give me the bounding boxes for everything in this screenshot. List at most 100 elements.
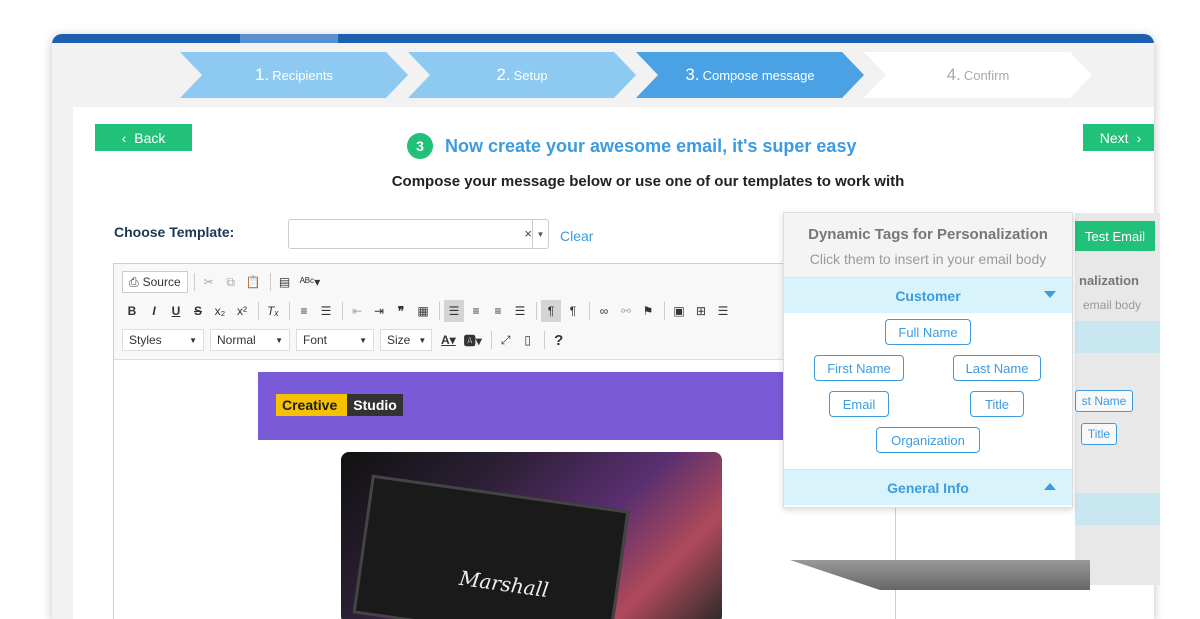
test-email-button[interactable]: Test Email [1075,221,1155,251]
image-icon[interactable]: ▣ [669,300,689,322]
remove-format-icon[interactable]: Tₓ [263,300,283,322]
customer-tags: Full Name First Name Last Name Email Tit… [784,313,1072,469]
editor-content[interactable]: Creative Studio Marshall [114,360,895,619]
tag-first-name[interactable]: First Name [814,355,904,381]
toolbar-divider [289,302,290,320]
subscript-icon[interactable]: x₂ [210,300,230,322]
step-number-badge: 3 [407,133,433,159]
step-confirm[interactable]: 4. Confirm [864,52,1092,98]
editor-toolbar: ⎙ Source ✂ ⧉ 📋 ▤ ᴬᴮᶜ▾ B I U S x₂ x² Tₓ ≡… [114,264,895,360]
ghost-accordion [1075,493,1160,525]
table-icon[interactable]: ⊞ [691,300,711,322]
text-color-icon[interactable]: A▾ [438,329,459,351]
align-center-icon[interactable]: ≡ [466,300,486,322]
numbered-list-icon[interactable]: ≡ [294,300,314,322]
align-justify-icon[interactable]: ☰ [510,300,530,322]
next-button[interactable]: Next › [1083,124,1154,151]
template-select[interactable]: × ▼ [288,219,549,249]
text-direction-ltr-icon[interactable]: ¶ [541,300,561,322]
text-direction-rtl-icon[interactable]: ¶ [563,300,583,322]
ghost-subtitle: email body [1083,298,1142,312]
tag-full-name[interactable]: Full Name [885,319,971,345]
tag-email[interactable]: Email [829,391,889,417]
paste-text-icon[interactable]: ▤ [275,271,295,293]
outdent-icon[interactable]: ⇤ [347,300,367,322]
tag-last-name[interactable]: Last Name [953,355,1041,381]
email-header-banner[interactable]: Creative Studio [258,372,818,440]
paste-icon[interactable]: 📋 [243,271,264,293]
format-dropdown[interactable]: Normal ▼ [210,329,290,351]
underline-icon[interactable]: U [166,300,186,322]
toolbar-divider [269,273,271,291]
dropdown-caret-icon: ▼ [418,335,427,345]
styles-dropdown[interactable]: Styles ▼ [122,329,204,351]
accordion-general-info[interactable]: General Info [784,469,1072,505]
source-button[interactable]: ⎙ Source [122,271,188,293]
back-button[interactable]: ‹ Back [95,124,192,151]
anchor-flag-icon[interactable]: ⚑ [638,300,658,322]
italic-icon[interactable]: I [144,300,164,322]
toolbar-divider [439,302,440,320]
align-right-icon[interactable]: ≡ [488,300,508,322]
background-tags-panel: Test Email nalization email body st Name… [1075,213,1160,585]
clear-template-link[interactable]: Clear [560,228,593,244]
amplifier-shape [352,474,630,619]
dropdown-caret-icon: ▼ [359,335,367,345]
horizontal-line-icon[interactable]: ☰ [713,300,733,322]
toolbar-divider [490,331,492,349]
toolbar-divider [342,302,343,320]
bullet-list-icon[interactable]: ☰ [316,300,336,322]
template-label: Choose Template: [114,224,235,240]
div-container-icon[interactable]: ▦ [413,300,433,322]
help-button[interactable]: ? [549,329,569,351]
unlink-icon[interactable]: ⚯ [616,300,636,322]
dynamic-tags-title: Dynamic Tags for Personalization [808,226,1048,243]
chevron-up-icon [1044,483,1056,490]
tag-organization[interactable]: Organization [876,427,980,453]
show-blocks-icon[interactable]: ▯ [518,329,538,351]
background-color-icon[interactable]: 🅰▾ [461,329,485,351]
ghost-tag: Title [1081,423,1117,445]
step-setup[interactable]: 2. Setup [408,52,636,98]
dropdown-caret-icon: ▼ [275,335,283,345]
toolbar-divider [589,302,590,320]
accordion-customer[interactable]: Customer [784,277,1072,313]
screen: 1. Recipients 2. Setup 3. Compose message 4… [0,0,1200,619]
chevron-left-icon: ‹ [121,129,127,146]
dynamic-tags-subtitle: Click them to insert in your email body [809,251,1047,267]
maximize-icon[interactable]: ⤢ [496,329,516,351]
superscript-icon[interactable]: x² [232,300,252,322]
cut-icon[interactable]: ✂ [199,271,219,293]
dropdown-caret-icon[interactable]: ▼ [532,220,548,248]
toolbar-divider [258,302,259,320]
blockquote-icon[interactable]: ❞ [391,300,411,322]
font-dropdown[interactable]: Font ▼ [296,329,374,351]
top-bar-tab [240,34,338,43]
spellcheck-icon[interactable]: ᴬᴮᶜ▾ [297,271,324,293]
ghost-title: nalization [1079,273,1139,288]
clear-x-icon[interactable]: × [524,226,532,241]
toolbar-divider [536,302,537,320]
ghost-accordion [1075,321,1160,353]
chevron-right-icon: › [1136,129,1142,146]
align-left-icon[interactable]: ☰ [444,300,464,322]
strikethrough-icon[interactable]: S [188,300,208,322]
page-subtitle: Compose your message below or use one of… [391,173,905,190]
email-hero-image[interactable]: Marshall [341,452,722,619]
dynamic-tags-panel: Dynamic Tags for Personalization Click t… [783,212,1073,508]
size-dropdown[interactable]: Size ▼ [380,329,432,351]
link-icon[interactable]: ∞ [594,300,614,322]
page-heading: 3 Now create your awesome email, it's su… [407,133,856,159]
toolbar-row-1: ⎙ Source ✂ ⧉ 📋 ▤ ᴬᴮᶜ▾ [122,271,325,293]
toolbar-row-2: B I U S x₂ x² Tₓ ≡ ☰ ⇤ ⇥ ❞ ▦ ☰ ≡ ≡ ☰ ¶ ¶… [122,300,735,322]
tag-title[interactable]: Title [970,391,1024,417]
toolbar-divider [543,331,545,349]
indent-icon[interactable]: ⇥ [369,300,389,322]
dynamic-tags-header: Dynamic Tags for Personalization Click t… [784,213,1072,277]
bold-icon[interactable]: B [122,300,142,322]
source-icon: ⎙ [129,274,139,289]
step-recipients[interactable]: 1. Recipients [180,52,408,98]
page-title: Now create your awesome email, it's supe… [445,135,857,156]
step-compose-message[interactable]: 3. Compose message [636,52,864,98]
copy-icon[interactable]: ⧉ [221,271,241,293]
